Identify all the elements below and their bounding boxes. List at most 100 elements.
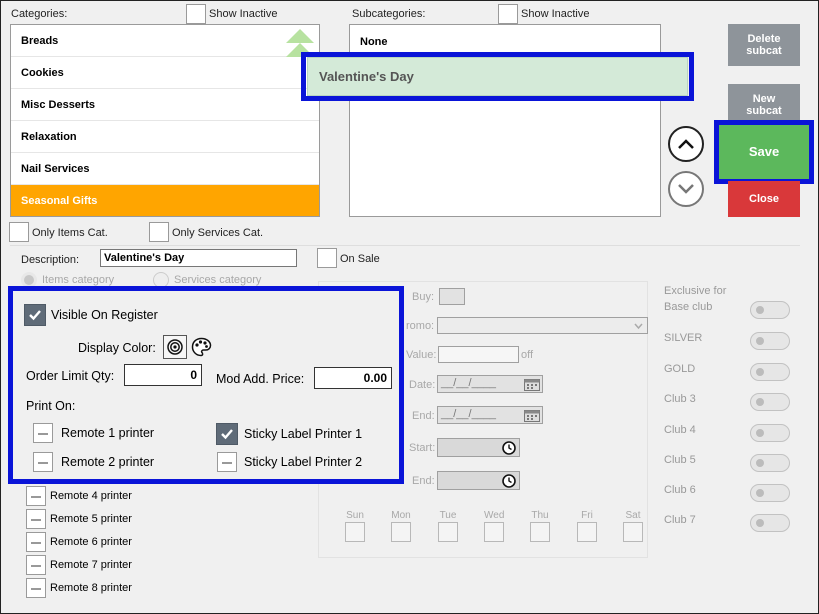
- day-label-sun: Sun: [346, 510, 364, 521]
- remote-6-printer-row[interactable]: Remote 6 printer: [26, 532, 132, 552]
- palette-icon[interactable]: [191, 337, 212, 360]
- value-input[interactable]: [438, 346, 519, 363]
- sticky-label-printer-2-row[interactable]: Sticky Label Printer 2: [217, 452, 362, 472]
- services-category-label: Services category: [174, 274, 262, 286]
- order-limit-input[interactable]: 0: [124, 364, 202, 386]
- day-checkbox-sat[interactable]: [623, 522, 643, 542]
- only-services-checkbox[interactable]: [149, 222, 169, 242]
- end-date-input[interactable]: __/__/____: [437, 406, 543, 424]
- only-items-checkbox[interactable]: [9, 222, 29, 242]
- move-down-button[interactable]: [668, 171, 704, 207]
- display-color-label: Display Color:: [78, 341, 156, 355]
- club-label-7: Club 7: [664, 514, 696, 526]
- club-toggle-silver[interactable]: [750, 332, 790, 350]
- club-toggle-gold[interactable]: [750, 363, 790, 381]
- day-label-fri: Fri: [581, 510, 593, 521]
- club-label-4: Club 4: [664, 424, 696, 436]
- remote-8-printer-checkbox[interactable]: [26, 578, 46, 598]
- day-checkbox-sun[interactable]: [345, 522, 365, 542]
- remote-4-printer-label: Remote 4 printer: [50, 490, 132, 502]
- visible-on-register-label: Visible On Register: [51, 308, 158, 322]
- buy-input[interactable]: [439, 288, 465, 305]
- remote-5-printer-row[interactable]: Remote 5 printer: [26, 509, 132, 529]
- mod-price-label: Mod Add. Price:: [216, 372, 305, 386]
- target-icon[interactable]: [163, 335, 187, 359]
- clock-icon[interactable]: [502, 441, 516, 455]
- sticky-label-printer-1-checkbox[interactable]: [216, 423, 238, 445]
- day-checkbox-thu[interactable]: [530, 522, 550, 542]
- remote-2-printer-row[interactable]: Remote 2 printer: [33, 452, 154, 472]
- remote-4-printer-row[interactable]: Remote 4 printer: [26, 486, 132, 506]
- delete-subcat-label: Delete subcat: [746, 33, 782, 57]
- divider: [10, 245, 800, 246]
- club-label-3: Club 3: [664, 393, 696, 405]
- new-subcat-label: New subcat: [746, 93, 782, 117]
- subcategories-show-inactive-label: Show Inactive: [521, 8, 590, 20]
- club-toggle-4[interactable]: [750, 424, 790, 442]
- day-checkbox-fri[interactable]: [577, 522, 597, 542]
- categories-label: Categories:: [11, 8, 68, 20]
- order-limit-label: Order Limit Qty:: [26, 369, 115, 383]
- sticky-label-printer-1-row[interactable]: Sticky Label Printer 1: [216, 423, 362, 445]
- day-checkbox-wed[interactable]: [484, 522, 504, 542]
- remote-7-printer-row[interactable]: Remote 7 printer: [26, 555, 132, 575]
- club-toggle-base[interactable]: [750, 301, 790, 319]
- calendar-icon[interactable]: [524, 409, 540, 422]
- day-label-thu: Thu: [531, 510, 549, 521]
- chevron-up-icon: [678, 139, 694, 149]
- close-button[interactable]: Close: [728, 181, 800, 217]
- end-date-label: End:: [412, 410, 435, 422]
- category-item-seasonal-gifts[interactable]: Seasonal Gifts: [11, 185, 319, 216]
- description-input[interactable]: Valentine's Day: [100, 249, 297, 267]
- category-item-misc-desserts[interactable]: Misc Desserts: [11, 89, 319, 121]
- remote-8-printer-row[interactable]: Remote 8 printer: [26, 578, 132, 598]
- remote-1-printer-checkbox[interactable]: [33, 423, 53, 443]
- club-label-base: Base club: [664, 301, 713, 313]
- remote-5-printer-checkbox[interactable]: [26, 509, 46, 529]
- remote-4-printer-checkbox[interactable]: [26, 486, 46, 506]
- description-label: Description:: [21, 254, 80, 266]
- promo-label: romo:: [406, 320, 435, 332]
- remote-8-printer-label: Remote 8 printer: [50, 582, 132, 594]
- visible-on-register-checkbox[interactable]: [24, 304, 46, 326]
- category-item-nail-services[interactable]: Nail Services: [11, 153, 319, 185]
- sticky-label-printer-1-label: Sticky Label Printer 1: [244, 427, 363, 441]
- move-up-button[interactable]: [668, 126, 704, 162]
- remote-1-printer-row[interactable]: Remote 1 printer: [33, 423, 154, 443]
- categories-list[interactable]: Breads Cookies Misc Desserts Relaxation …: [10, 24, 320, 217]
- sticky-label-printer-2-label: Sticky Label Printer 2: [244, 455, 363, 469]
- end-time-input[interactable]: [437, 471, 520, 490]
- check-icon: [221, 429, 233, 440]
- category-item-relaxation[interactable]: Relaxation: [11, 121, 319, 153]
- club-toggle-7[interactable]: [750, 514, 790, 532]
- on-sale-label: On Sale: [340, 253, 380, 265]
- category-item-cookies[interactable]: Cookies: [11, 57, 319, 89]
- end-time-label: End:: [412, 475, 435, 487]
- value-label: Value:: [406, 349, 437, 361]
- start-date-input[interactable]: __/__/____: [437, 375, 543, 393]
- subcategory-item-valentines-day[interactable]: Valentine's Day: [307, 57, 688, 96]
- club-toggle-6[interactable]: [750, 484, 790, 502]
- clock-icon[interactable]: [502, 474, 516, 488]
- remote-2-printer-checkbox[interactable]: [33, 452, 53, 472]
- categories-show-inactive-checkbox[interactable]: [186, 4, 206, 24]
- day-checkbox-mon[interactable]: [391, 522, 411, 542]
- delete-subcat-button[interactable]: Delete subcat: [728, 24, 800, 66]
- subcategories-show-inactive-checkbox[interactable]: [498, 4, 518, 24]
- remote-7-printer-checkbox[interactable]: [26, 555, 46, 575]
- club-toggle-5[interactable]: [750, 454, 790, 472]
- mod-price-input[interactable]: 0.00: [314, 367, 392, 389]
- club-label-silver: SILVER: [664, 332, 703, 344]
- chevron-down-icon: [678, 184, 694, 194]
- start-time-input[interactable]: [437, 438, 520, 457]
- club-toggle-3[interactable]: [750, 393, 790, 411]
- day-checkbox-tue[interactable]: [438, 522, 458, 542]
- remote-6-printer-checkbox[interactable]: [26, 532, 46, 552]
- day-label-mon: Mon: [391, 510, 411, 521]
- promo-select[interactable]: [437, 317, 648, 334]
- category-item-breads[interactable]: Breads: [11, 25, 319, 57]
- sticky-label-printer-2-checkbox[interactable]: [217, 452, 237, 472]
- save-button[interactable]: Save: [719, 125, 809, 179]
- on-sale-checkbox[interactable]: [317, 248, 337, 268]
- calendar-icon[interactable]: [524, 378, 540, 391]
